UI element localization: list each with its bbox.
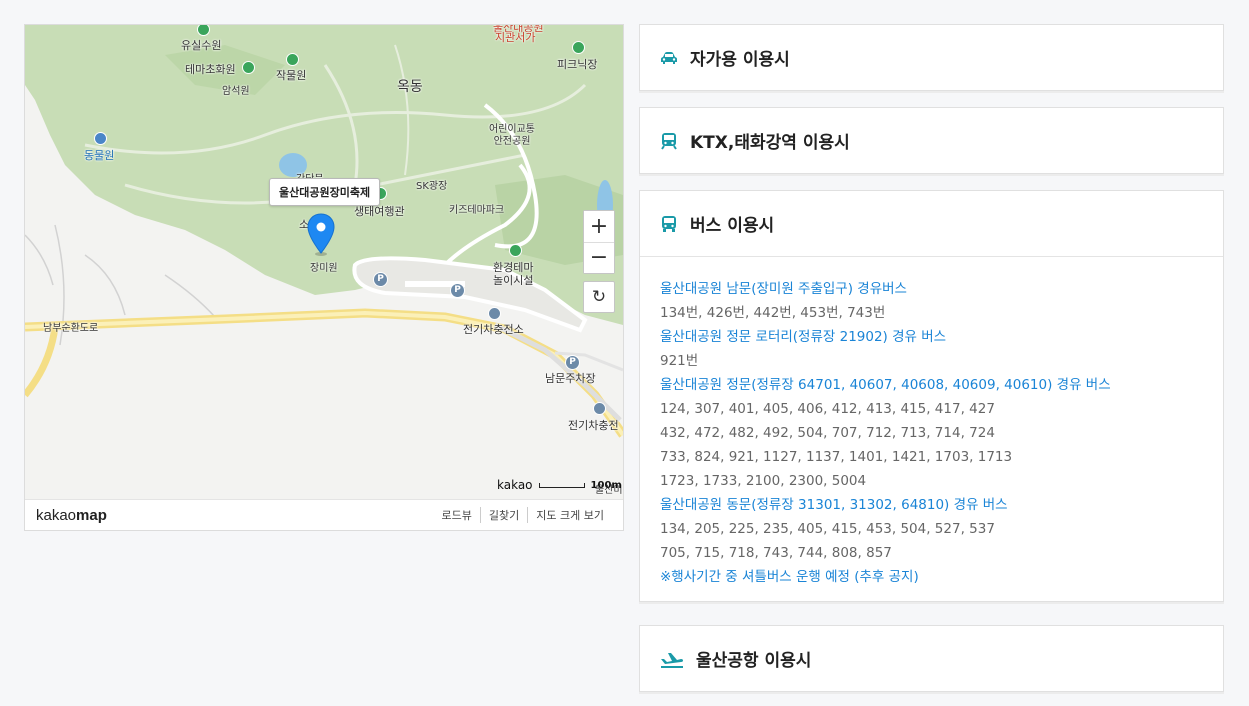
bus-route-numbers: 432, 472, 482, 492, 504, 707, 712, 713, … [660,425,995,441]
directions-link[interactable]: 길찾기 [479,507,527,523]
panel-car: 자가용 이용시 [639,24,1224,91]
panel-ktx-header[interactable]: KTX,태화강역 이용시 [640,108,1223,173]
panel-ktx-title: KTX,태화강역 이용시 [690,133,850,153]
panel-bus: 버스 이용시 울산대공원 남문(장미원 주출입구) 경유버스 134번, 426번… [639,190,1224,602]
map-label-child-safety: 어린이교통 안전공원 [489,124,535,147]
parking-icon-2: P [450,283,465,298]
bus-icon [660,215,678,233]
kakaomap-logo[interactable]: kakaomap [36,507,107,524]
ev-charger-2-icon [593,402,606,415]
large-map-link[interactable]: 지도 크게 보기 [527,507,612,523]
map-label-jakmulwon: 작물원 [276,69,307,82]
poi-picnic-icon [572,41,585,54]
reset-map-button[interactable]: ↻ [583,281,615,313]
map-marker-icon[interactable] [307,213,335,257]
map-footer: kakaomap 로드뷰 길찾기 지도 크게 보기 [25,499,623,530]
map-label-zoo: 동물원 [84,149,115,162]
bus-route-heading: 울산대공원 정문(정류장 64701, 40607, 40608, 40609,… [660,377,1111,393]
map-label-rose-garden: 장미원 [310,263,338,274]
bus-route-heading: 울산대공원 정문 로터리(정류장 21902) 경유 버스 [660,329,947,345]
car-icon [660,49,678,67]
bus-info-list: 울산대공원 남문(장미원 주출입구) 경유버스 134번, 426번, 442번,… [640,256,1223,601]
logo-bold: map [76,506,107,524]
map-label-south-parking: 남문주차장 [545,372,596,385]
zoom-control: + − [583,210,615,274]
bus-route-numbers: 1723, 1733, 2100, 2300, 5004 [660,473,867,489]
panel-airport-header[interactable]: 울산공항 이용시 [640,626,1223,691]
scale-brand: kakao [497,478,533,492]
bus-route-numbers: 134, 205, 225, 235, 405, 415, 453, 504, … [660,521,995,537]
parking-icon-1: P [373,272,388,287]
poi-zoo-icon [94,132,107,145]
map-label-theme-flower: 테마초화원 [185,63,236,76]
map-scale: kakao 100m [497,478,622,492]
panel-car-title: 자가용 이용시 [690,50,790,70]
scale-distance: 100m [590,479,622,491]
bus-route-heading: 울산대공원 남문(장미원 주출입구) 경유버스 [660,281,907,297]
ev-charger-1-icon [488,307,501,320]
panel-car-header[interactable]: 자가용 이용시 [640,25,1223,90]
bus-route-numbers: 733, 824, 921, 1127, 1137, 1401, 1421, 1… [660,449,1013,465]
map-widget[interactable]: 울산대공원 지관서가 유실수원 피크닉장 테마초화원 작물원 암석원 옥동 동물… [24,24,624,531]
map-canvas[interactable]: 울산대공원 지관서가 유실수원 피크닉장 테마초화원 작물원 암석원 옥동 동물… [25,25,623,499]
zoom-in-button[interactable]: + [584,211,614,242]
plane-icon [660,650,684,668]
map-label-amseokwon: 암석원 [222,86,250,97]
map-label-picnic: 피크닉장 [557,58,598,71]
panel-bus-header[interactable]: 버스 이용시 [640,191,1223,256]
scale-bar [538,482,585,488]
bus-route-heading: ※행사기간 중 셔틀버스 운행 예정 (추후 공지) [660,569,919,585]
poi-env-theme-icon [509,244,522,257]
map-label-ev-charger-1: 전기차충전소 [463,323,524,336]
map-label-kids-theme: 키즈테마파크 [449,205,505,216]
bus-route-numbers: 124, 307, 401, 405, 406, 412, 413, 415, … [660,401,995,417]
map-label-jigwanseoga: 지관서가 [495,31,536,44]
panel-airport: 울산공항 이용시 [639,625,1224,692]
map-label-okdong: 옥동 [397,79,423,95]
poi-jakmulwon-icon [286,53,299,66]
parking-icon-3: P [565,355,580,370]
panel-ktx: KTX,태화강역 이용시 [639,107,1224,174]
train-icon [660,132,678,150]
poi-theme-flower-icon [242,61,255,74]
marker-tooltip[interactable]: 울산대공원장미축제 [269,178,381,206]
map-label-ev-charger-2: 전기차충전 [568,419,619,432]
map-label-sk-plaza: SK광장 [416,181,448,192]
panel-bus-title: 버스 이용시 [690,216,775,236]
roadview-link[interactable]: 로드뷰 [434,507,480,523]
bus-route-numbers: 134번, 426번, 442번, 453번, 743번 [660,305,886,321]
panel-airport-title: 울산공항 이용시 [696,651,812,671]
map-label-env-theme: 환경테마 놀이시설 [493,261,534,287]
map-label-yusilsuwon: 유실수원 [181,39,222,52]
logo-light: kakao [36,506,77,524]
map-footer-links: 로드뷰 길찾기 지도 크게 보기 [434,507,612,523]
bus-route-numbers: 705, 715, 718, 743, 744, 808, 857 [660,545,892,561]
bus-route-heading: 울산대공원 동문(정류장 31301, 31302, 64810) 경유 버스 [660,497,1008,513]
map-label-road: 남부순환도로 [43,323,99,334]
zoom-out-button[interactable]: − [584,242,614,273]
bus-route-numbers: 921번 [660,353,699,369]
